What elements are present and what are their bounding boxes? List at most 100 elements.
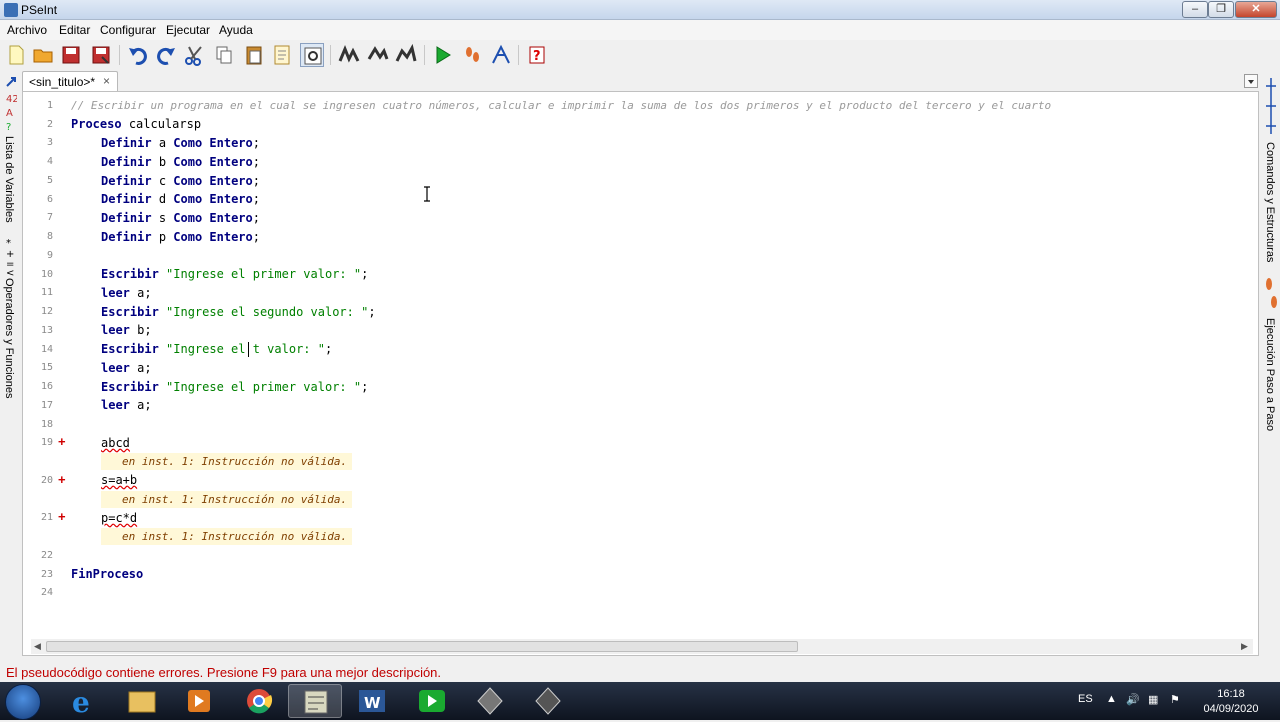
ibeam-cursor-icon: [423, 186, 431, 202]
tab-list-dropdown[interactable]: [1244, 74, 1258, 88]
language-indicator[interactable]: ES: [1078, 693, 1093, 705]
line-number: 13: [40, 325, 53, 336]
panel-ejecucion-paso-a-paso[interactable]: Ejecución Paso a Paso: [1264, 318, 1276, 431]
internet-explorer-icon[interactable]: e: [58, 684, 112, 719]
error-fold-marker[interactable]: +: [58, 434, 66, 449]
code-line-error: abcd: [101, 436, 130, 450]
menu-bar: Archivo Editar Configurar Ejecutar Ayuda: [0, 20, 1280, 40]
panel-operadores-y-funciones[interactable]: Operadores y Funciones: [3, 278, 15, 398]
search-icon[interactable]: [271, 43, 295, 67]
code-line-definir: Definir d Como Entero;: [101, 192, 260, 206]
media-player-icon[interactable]: [172, 684, 226, 718]
error-fold-marker[interactable]: +: [58, 509, 66, 524]
error-message: en inst. 1: Instrucción no válida.: [122, 493, 348, 506]
toolbar-separator: [330, 45, 331, 65]
text-caret: [248, 342, 249, 357]
error-annotation: en inst. 1: Instrucción no válida.: [101, 528, 352, 545]
action-center-icon[interactable]: ⚑: [1170, 693, 1180, 706]
variable-name: d: [158, 192, 167, 206]
keyword-definir: Definir: [101, 155, 152, 169]
tab-sin-titulo[interactable]: <sin_titulo>* ×: [22, 71, 118, 91]
panel-comandos-y-estructuras[interactable]: Comandos y Estructuras: [1264, 142, 1276, 262]
tab-close-icon[interactable]: ×: [103, 74, 110, 88]
keyword-leer: leer: [101, 323, 130, 337]
menu-ejecutar[interactable]: Ejecutar: [166, 23, 210, 37]
scrollbar-thumb[interactable]: [46, 641, 798, 652]
save-icon[interactable]: [59, 43, 83, 67]
open-folder-icon[interactable]: [31, 43, 55, 67]
variable-name: a: [158, 136, 167, 150]
scroll-left-arrow-icon[interactable]: ◀: [34, 641, 41, 652]
system-clock[interactable]: 16:18 04/09/2020: [1196, 687, 1266, 717]
show-hidden-icons-icon[interactable]: ▲: [1106, 693, 1117, 705]
line-number: 1: [46, 100, 53, 111]
comment-icon[interactable]: [366, 43, 390, 67]
code-line-leer: leer a;: [101, 361, 152, 375]
copy-icon[interactable]: [212, 43, 236, 67]
menu-editar[interactable]: Editar: [59, 23, 90, 37]
indent-icon[interactable]: [337, 43, 361, 67]
help-icon[interactable]: ?: [525, 43, 549, 67]
code-line-escribir: Escribir "Ingrese el segundo valor: ";: [101, 305, 376, 319]
save-as-icon[interactable]: [89, 43, 113, 67]
string-literal: "Ingrese el primer valor: ": [166, 380, 362, 394]
undo-icon[interactable]: [126, 43, 150, 67]
panel-lista-de-variables[interactable]: Lista de Variables: [3, 136, 15, 223]
variable-name: a: [137, 398, 145, 412]
menu-ayuda[interactable]: Ayuda: [219, 23, 253, 37]
line-number: 24: [40, 587, 53, 598]
variable-name: p: [158, 230, 167, 244]
code-editor[interactable]: 1 2 3 4 5 6 7 8 9 10 11 12 13 14 15 16 1…: [22, 91, 1259, 656]
flowchart-icon[interactable]: [489, 43, 513, 67]
new-file-icon[interactable]: [4, 43, 28, 67]
code-line-definir: Definir s Como Entero;: [101, 211, 260, 225]
menu-archivo[interactable]: Archivo: [7, 23, 47, 37]
network-icon[interactable]: ▦: [1148, 693, 1158, 706]
tool-app-icon[interactable]: [463, 684, 517, 718]
line-number: 10: [40, 269, 53, 280]
close-button[interactable]: ✕: [1235, 1, 1277, 18]
svg-text:?: ?: [533, 49, 541, 64]
file-explorer-icon[interactable]: [115, 684, 169, 718]
uncomment-icon[interactable]: [394, 43, 418, 67]
keyword-leer: leer: [101, 286, 130, 300]
keyword-como-entero: Como Entero: [173, 230, 253, 244]
cut-icon[interactable]: [182, 43, 206, 67]
right-side-panel: Comandos y Estructuras Ejecución Paso a …: [1262, 72, 1280, 662]
green-app-icon[interactable]: [405, 684, 459, 718]
code-line-definir: Definir b Como Entero;: [101, 155, 260, 169]
line-number: 21: [40, 512, 53, 523]
keyword-definir: Definir: [101, 174, 152, 188]
code-line-definir: Definir p Como Entero;: [101, 230, 260, 244]
svg-text:42: 42: [6, 94, 17, 105]
find-replace-icon[interactable]: [300, 43, 324, 67]
redo-icon[interactable]: [154, 43, 178, 67]
code-line-error: s=a+b: [101, 473, 138, 487]
run-icon[interactable]: [431, 43, 455, 67]
paste-icon[interactable]: [242, 43, 266, 67]
scroll-right-arrow-icon[interactable]: ▶: [1241, 641, 1248, 652]
pseint-taskbar-icon[interactable]: [288, 684, 342, 718]
chrome-icon[interactable]: [232, 684, 286, 718]
menu-configurar[interactable]: Configurar: [100, 23, 156, 37]
start-button-icon[interactable]: [5, 684, 41, 720]
variable-name: s: [158, 211, 167, 225]
volume-icon[interactable]: 🔊: [1126, 693, 1140, 706]
maximize-button[interactable]: ❐: [1208, 1, 1234, 18]
tool-app-icon-2[interactable]: [521, 684, 575, 718]
minimize-button[interactable]: –: [1182, 1, 1208, 18]
code-line-escribir: Escribir "Ingrese el primer valor: ";: [101, 380, 369, 394]
horizontal-scrollbar[interactable]: ◀ ▶: [31, 639, 1253, 654]
code-line-leer: leer a;: [101, 398, 152, 412]
line-number: 9: [46, 250, 53, 261]
left-side-panel: 42 A? Lista de Variables * + = < Operadores …: [0, 72, 20, 662]
error-message: en inst. 1: Instrucción no válida.: [122, 530, 348, 543]
word-icon[interactable]: W: [345, 684, 399, 718]
error-annotation: en inst. 1: Instrucción no válida.: [101, 453, 352, 470]
error-fold-marker[interactable]: +: [58, 472, 66, 487]
keyword-escribir: Escribir: [101, 380, 159, 394]
line-number: 3: [46, 137, 53, 148]
error-annotation: en inst. 1: Instrucción no válida.: [101, 491, 352, 508]
step-by-step-icon[interactable]: [460, 43, 484, 67]
svg-text:<: <: [6, 268, 14, 276]
